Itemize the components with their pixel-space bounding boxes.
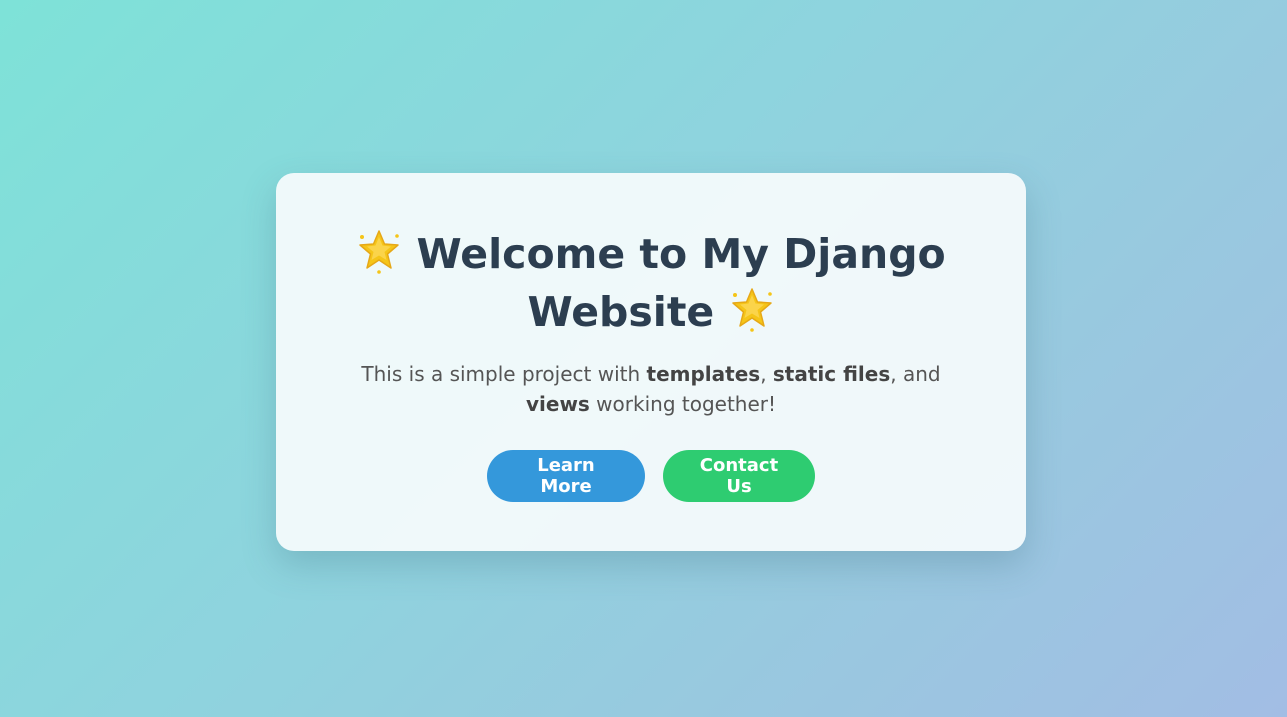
- learn-more-button[interactable]: Learn More: [487, 450, 645, 502]
- desc-text: This is a simple project with: [361, 362, 647, 386]
- page-title-part1: Welcome to My Django: [416, 230, 946, 278]
- desc-keyword-templates: templates: [646, 362, 761, 386]
- contact-us-button[interactable]: Contact Us: [663, 450, 815, 502]
- desc-text: working together!: [589, 392, 777, 416]
- page-description: This is a simple project with templates,…: [331, 359, 971, 419]
- welcome-card: Welcome to My Django Website This is a s…: [276, 173, 1026, 551]
- page-title: Welcome to My Django Website: [351, 225, 951, 341]
- desc-keyword-static-files: static files: [772, 362, 891, 386]
- page-title-part2: Website: [527, 288, 715, 336]
- glowing-star-icon: [729, 286, 775, 332]
- desc-text: , and: [890, 362, 941, 386]
- desc-text: ,: [760, 362, 773, 386]
- action-buttons: Learn More Contact Us: [276, 450, 1026, 502]
- glowing-star-icon: [356, 228, 402, 274]
- desc-keyword-views: views: [525, 392, 590, 416]
